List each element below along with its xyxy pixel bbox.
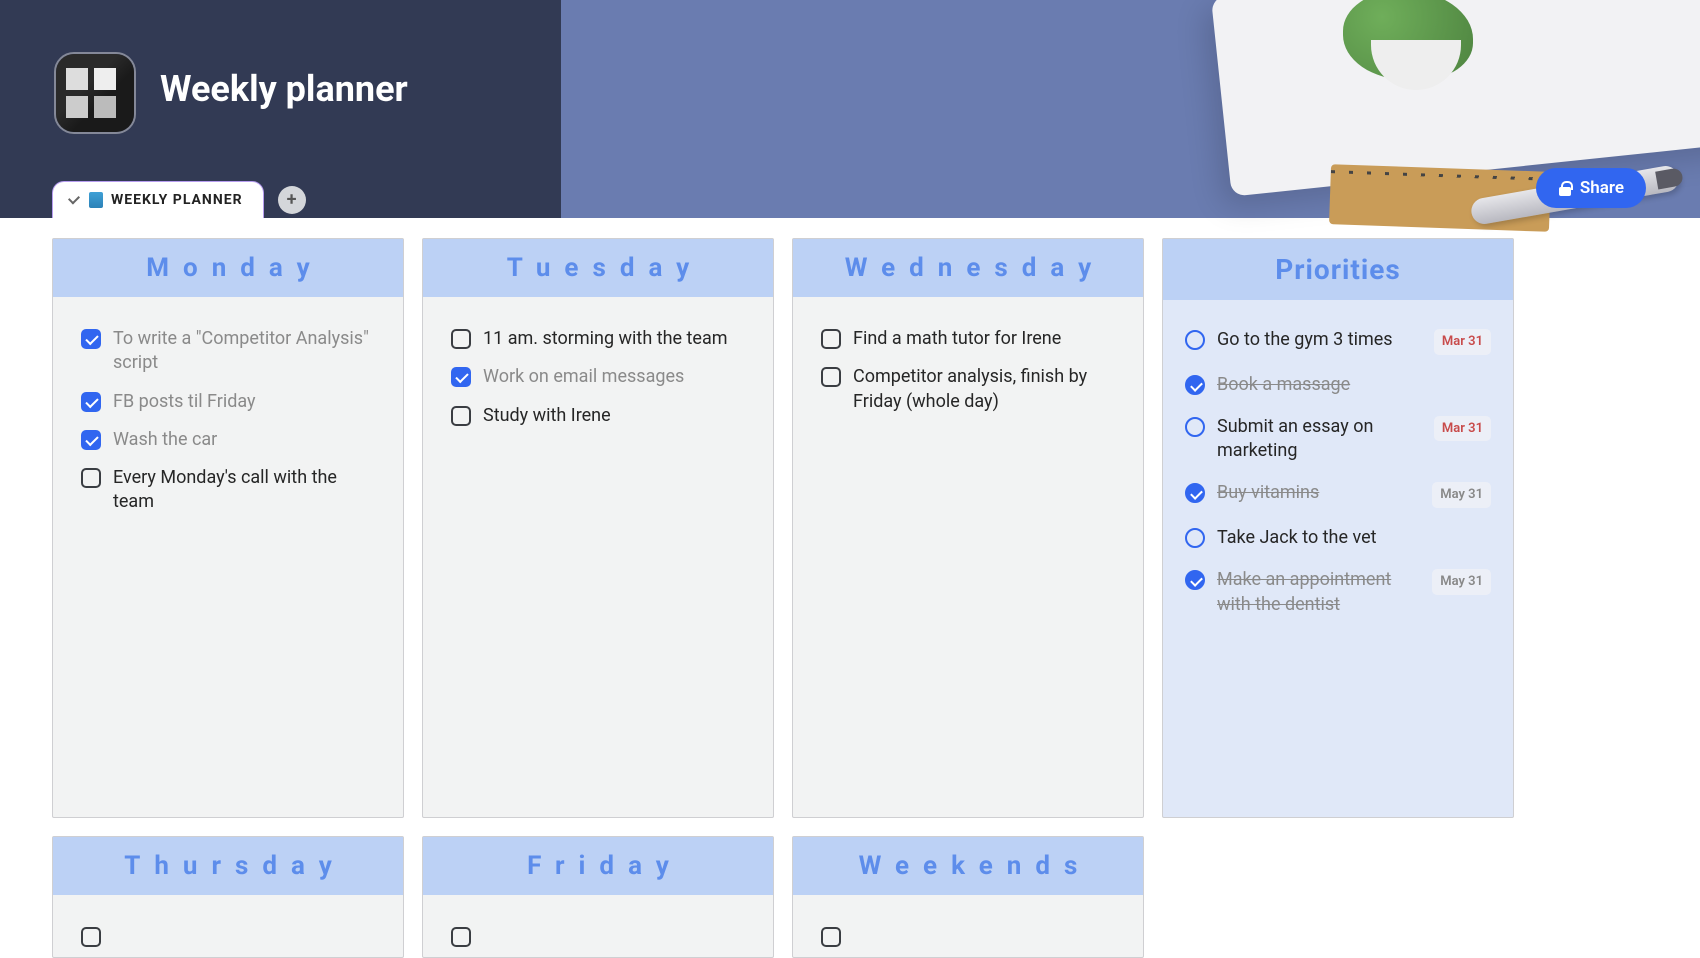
- hero-bg: [561, 0, 1700, 218]
- share-button[interactable]: Share: [1536, 168, 1646, 208]
- card-header: Wednesday: [793, 239, 1143, 297]
- task-item[interactable]: Every Monday's call with the team: [81, 466, 375, 515]
- priority-item[interactable]: Make an appointment with the dentistMay …: [1185, 568, 1491, 617]
- add-tab-button[interactable]: +: [278, 186, 306, 214]
- radio-icon[interactable]: [1185, 330, 1205, 350]
- card-weekends: Weekends: [792, 836, 1144, 958]
- check-icon: [67, 195, 81, 205]
- date-badge: May 31: [1432, 482, 1491, 508]
- task-item[interactable]: [451, 925, 745, 947]
- page-avatar[interactable]: [54, 52, 136, 134]
- card-header: Monday: [53, 239, 403, 297]
- radio-icon[interactable]: [1185, 483, 1205, 503]
- radio-icon[interactable]: [1185, 417, 1205, 437]
- card-friday: Friday: [422, 836, 774, 958]
- task-item[interactable]: Find a math tutor for Irene: [821, 327, 1115, 351]
- checkbox-icon[interactable]: [451, 406, 471, 426]
- task-item[interactable]: To write a "Competitor Analysis" script: [81, 327, 375, 376]
- date-badge: Mar 31: [1434, 329, 1491, 355]
- card-header: Weekends: [793, 837, 1143, 895]
- checkbox-icon[interactable]: [821, 329, 841, 349]
- task-item[interactable]: FB posts til Friday: [81, 390, 375, 414]
- priority-item[interactable]: Book a massage: [1185, 373, 1491, 397]
- hero-banner: Weekly planner WEEKLY PLANNER + Share: [0, 0, 1700, 218]
- task-item[interactable]: Study with Irene: [451, 404, 745, 428]
- card-header: Friday: [423, 837, 773, 895]
- priority-item[interactable]: Submit an essay on marketingMar 31: [1185, 415, 1491, 464]
- checkbox-icon[interactable]: [451, 927, 471, 947]
- date-badge: May 31: [1432, 569, 1491, 595]
- tab-label: WEEKLY PLANNER: [111, 192, 243, 208]
- share-label: Share: [1580, 178, 1624, 198]
- plant-decor: [1313, 0, 1503, 70]
- task-item[interactable]: [81, 925, 375, 947]
- date-badge: Mar 31: [1434, 416, 1491, 442]
- priority-item[interactable]: Go to the gym 3 timesMar 31: [1185, 328, 1491, 355]
- checkbox-icon[interactable]: [451, 367, 471, 387]
- card-tuesday: Tuesday 11 am. storming with the team Wo…: [422, 238, 774, 818]
- card-header: Tuesday: [423, 239, 773, 297]
- task-item[interactable]: [821, 925, 1115, 947]
- card-header: Priorities: [1163, 239, 1513, 300]
- tab-weekly-planner[interactable]: WEEKLY PLANNER: [52, 181, 264, 218]
- checkbox-icon[interactable]: [81, 430, 101, 450]
- task-item[interactable]: Work on email messages: [451, 365, 745, 389]
- priority-item[interactable]: Buy vitaminsMay 31: [1185, 481, 1491, 508]
- priority-item[interactable]: Take Jack to the vet: [1185, 526, 1491, 550]
- task-item[interactable]: Competitor analysis, finish by Friday (w…: [821, 365, 1115, 414]
- checkbox-icon[interactable]: [81, 392, 101, 412]
- card-wednesday: Wednesday Find a math tutor for Irene Co…: [792, 238, 1144, 818]
- radio-icon[interactable]: [1185, 528, 1205, 548]
- checkbox-icon[interactable]: [821, 927, 841, 947]
- radio-icon[interactable]: [1185, 570, 1205, 590]
- radio-icon[interactable]: [1185, 375, 1205, 395]
- checkbox-icon[interactable]: [81, 468, 101, 488]
- card-header: Thursday: [53, 837, 403, 895]
- doc-icon: [89, 192, 103, 208]
- card-thursday: Thursday: [52, 836, 404, 958]
- card-monday: Monday To write a "Competitor Analysis" …: [52, 238, 404, 818]
- checkbox-icon[interactable]: [451, 329, 471, 349]
- lock-icon: [1558, 181, 1572, 195]
- card-priorities: Priorities Go to the gym 3 timesMar 31 B…: [1162, 238, 1514, 818]
- checkbox-icon[interactable]: [81, 329, 101, 349]
- checkbox-icon[interactable]: [821, 367, 841, 387]
- page-title: Weekly planner: [160, 68, 408, 110]
- task-item[interactable]: Wash the car: [81, 428, 375, 452]
- checkbox-icon[interactable]: [81, 927, 101, 947]
- task-item[interactable]: 11 am. storming with the team: [451, 327, 745, 351]
